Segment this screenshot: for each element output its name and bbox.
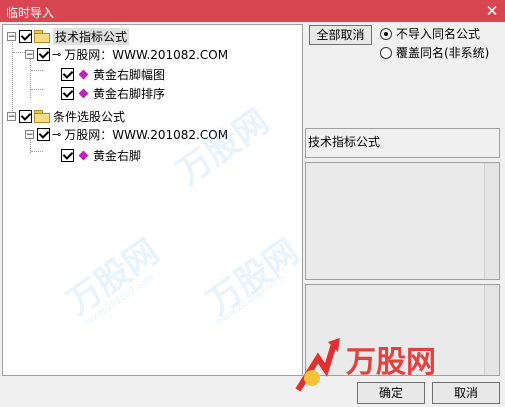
radio-label: 覆盖同名(非系统)	[396, 46, 490, 60]
tree-node-label: 万股网：WWW.201082.COM	[64, 47, 229, 62]
ok-button[interactable]: 确定	[357, 382, 425, 404]
title-bar: 临时导入 ✕	[0, 0, 505, 22]
folder-icon	[34, 30, 50, 43]
parameter-box[interactable]	[305, 284, 500, 376]
collapse-icon[interactable]: −	[25, 49, 34, 59]
tree-line	[12, 39, 13, 115]
tree-line	[30, 58, 31, 98]
key-icon: ⊸	[52, 47, 62, 61]
close-icon[interactable]: ✕	[483, 2, 501, 20]
radio-label: 不导入同名公式	[396, 27, 481, 41]
collapse-icon[interactable]: −	[25, 129, 34, 139]
deselect-all-button[interactable]: 全部取消	[309, 25, 372, 45]
tree-line	[31, 70, 43, 71]
cancel-button[interactable]: 取消	[432, 382, 500, 404]
checkbox[interactable]	[37, 127, 50, 141]
radio-skip-duplicates[interactable]: 不导入同名公式	[380, 25, 480, 42]
formula-icon	[78, 69, 89, 79]
tree-node-source[interactable]: − ⊸ 万股网：WWW.201082.COM	[25, 125, 228, 143]
scrollbar[interactable]	[484, 163, 499, 279]
radio-button[interactable]	[380, 46, 392, 59]
checkbox[interactable]	[37, 47, 50, 61]
tree-line	[31, 89, 43, 90]
tree-line	[13, 52, 25, 53]
tree-node-screening[interactable]: − 条件选股公式	[7, 107, 125, 125]
checkbox[interactable]	[61, 67, 74, 81]
checkbox[interactable]	[19, 29, 32, 43]
window-title: 临时导入	[6, 6, 55, 20]
formula-icon	[78, 150, 89, 160]
radio-button[interactable]	[380, 27, 392, 40]
tree-leaf[interactable]: 黄金右脚幅图	[61, 65, 165, 83]
tree-leaf[interactable]: 黄金右脚	[61, 146, 141, 164]
formula-tree[interactable]: − 技术指标公式 − ⊸ 万股网：WWW.201082.COM 黄金右脚幅图 黄…	[2, 24, 303, 376]
tree-node-label: 技术指标公式	[53, 27, 130, 45]
radio-overwrite-duplicates[interactable]: 覆盖同名(非系统)	[380, 44, 489, 61]
collapse-icon[interactable]: −	[7, 111, 16, 121]
tree-leaf-label: 黄金右脚	[93, 148, 142, 163]
collapse-icon[interactable]: −	[7, 31, 16, 41]
formula-icon	[78, 88, 89, 98]
formula-type-label: 技术指标公式	[308, 135, 381, 149]
tree-leaf[interactable]: 黄金右脚排序	[61, 84, 165, 102]
tree-node-label: 万股网：WWW.201082.COM	[64, 127, 229, 142]
scrollbar[interactable]	[484, 285, 499, 375]
folder-icon	[34, 110, 50, 123]
formula-type-box: 技术指标公式	[305, 128, 500, 158]
tree-node-source[interactable]: − ⊸ 万股网：WWW.201082.COM	[25, 45, 228, 63]
checkbox[interactable]	[19, 109, 32, 123]
tree-line	[31, 151, 43, 152]
tree-leaf-label: 黄金右脚幅图	[93, 67, 166, 82]
tree-leaf-label: 黄金右脚排序	[93, 86, 166, 101]
checkbox[interactable]	[61, 148, 74, 162]
key-icon: ⊸	[52, 127, 62, 141]
description-box[interactable]	[305, 162, 500, 280]
tree-node-technical[interactable]: − 技术指标公式	[7, 27, 130, 45]
checkbox[interactable]	[61, 86, 74, 100]
tree-node-label: 条件选股公式	[53, 109, 126, 124]
